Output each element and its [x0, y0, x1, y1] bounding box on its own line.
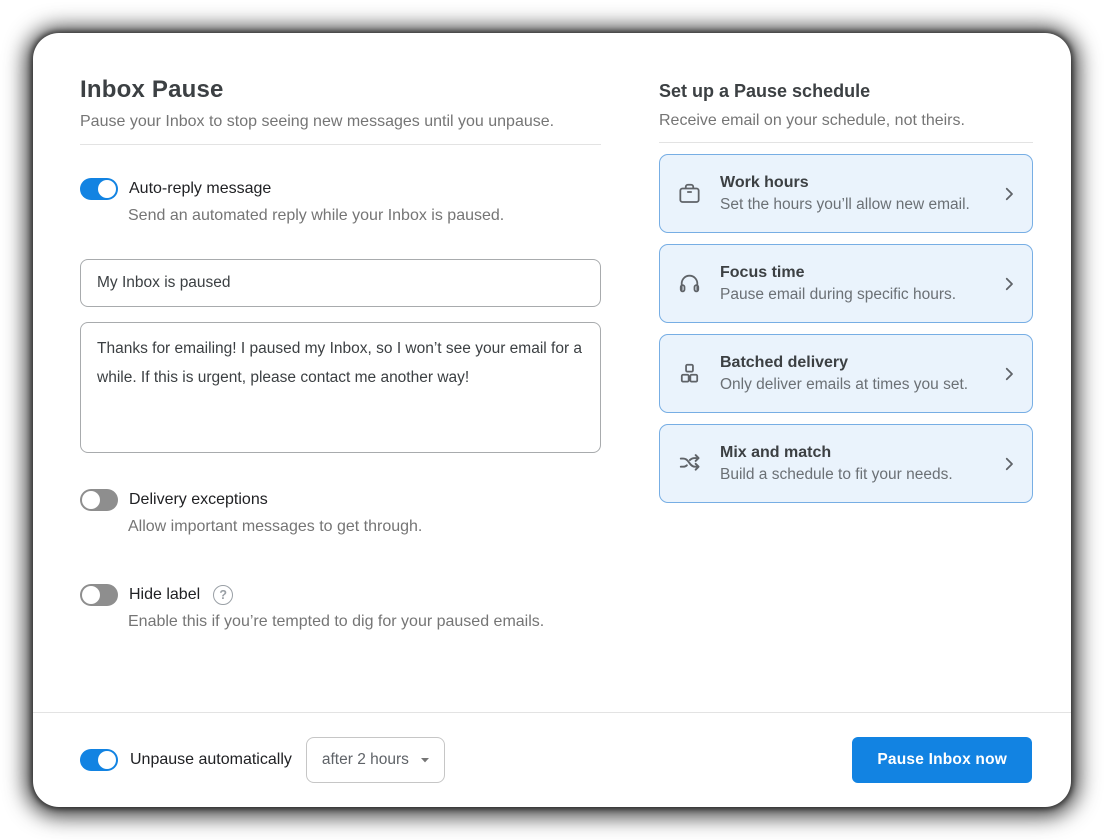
hide-label-setting: Hide label ? Enable this if you’re tempt… — [80, 584, 601, 631]
schedule-section-subtitle: Receive email on your schedule, not thei… — [659, 112, 1033, 130]
schedule-card-description: Build a schedule to fit your needs. — [720, 466, 994, 484]
schedule-section-title: Set up a Pause schedule — [659, 81, 1033, 102]
unpause-duration-select[interactable]: after 2 hours — [306, 737, 445, 783]
toggle-knob — [82, 586, 100, 604]
chevron-right-icon — [1000, 275, 1018, 293]
shuffle-icon — [677, 451, 703, 477]
inbox-pause-dialog: Inbox Pause Pause your Inbox to stop see… — [33, 33, 1071, 807]
delivery-exceptions-label: Delivery exceptions — [129, 491, 268, 509]
hide-label-label: Hide label — [129, 586, 200, 604]
schedule-card-title: Work hours — [720, 174, 994, 192]
chevron-right-icon — [1000, 455, 1018, 473]
toggle-knob — [98, 180, 116, 198]
right-divider — [659, 142, 1033, 143]
headphones-icon — [677, 271, 703, 297]
schedule-card-description: Only deliver emails at times you set. — [720, 376, 994, 394]
unpause-duration-value: after 2 hours — [322, 751, 409, 769]
dialog-body: Inbox Pause Pause your Inbox to stop see… — [33, 33, 1071, 712]
auto-reply-setting: Auto-reply message Send an automated rep… — [80, 178, 601, 225]
page-title: Inbox Pause — [80, 76, 601, 104]
blocks-icon — [677, 361, 703, 387]
schedule-card-title: Focus time — [720, 264, 994, 282]
schedule-card-text: Batched delivery Only deliver emails at … — [720, 354, 994, 394]
toggle-knob — [82, 491, 100, 509]
screen: Inbox Pause Pause your Inbox to stop see… — [0, 0, 1104, 840]
pause-inbox-now-button[interactable]: Pause Inbox now — [852, 737, 1032, 783]
schedule-card-title: Mix and match — [720, 444, 994, 462]
delivery-exceptions-setting: Delivery exceptions Allow important mess… — [80, 489, 601, 536]
unpause-automatically-toggle[interactable] — [80, 749, 118, 771]
column-gap — [601, 76, 659, 712]
left-divider — [80, 144, 601, 145]
question-circle-icon[interactable]: ? — [213, 585, 233, 605]
auto-reply-description: Send an automated reply while your Inbox… — [128, 207, 601, 225]
chevron-right-icon — [1000, 365, 1018, 383]
delivery-exceptions-toggle[interactable] — [80, 489, 118, 511]
auto-reply-label: Auto-reply message — [129, 180, 271, 198]
schedule-card-description: Set the hours you’ll allow new email. — [720, 196, 994, 214]
unpause-automatically-label: Unpause automatically — [130, 751, 292, 769]
chevron-right-icon — [1000, 185, 1018, 203]
schedule-card-batched-delivery[interactable]: Batched delivery Only deliver emails at … — [659, 334, 1033, 413]
schedule-card-title: Batched delivery — [720, 354, 994, 372]
pause-settings-column: Inbox Pause Pause your Inbox to stop see… — [80, 76, 601, 712]
schedule-card-text: Focus time Pause email during specific h… — [720, 264, 994, 304]
schedule-card-focus-time[interactable]: Focus time Pause email during specific h… — [659, 244, 1033, 323]
hide-label-toggle[interactable] — [80, 584, 118, 606]
pause-schedule-column: Set up a Pause schedule Receive email on… — [659, 76, 1033, 712]
auto-reply-toggle[interactable] — [80, 178, 118, 200]
schedule-card-mix-and-match[interactable]: Mix and match Build a schedule to fit yo… — [659, 424, 1033, 503]
page-subtitle: Pause your Inbox to stop seeing new mess… — [80, 113, 601, 131]
toggle-knob — [98, 751, 116, 769]
schedule-card-text: Work hours Set the hours you’ll allow ne… — [720, 174, 994, 214]
briefcase-icon — [677, 181, 703, 207]
auto-reply-message-textarea[interactable]: Thanks for emailing! I paused my Inbox, … — [80, 322, 601, 453]
delivery-exceptions-description: Allow important messages to get through. — [128, 518, 601, 536]
hide-label-description: Enable this if you’re tempted to dig for… — [128, 613, 601, 631]
caret-down-icon — [419, 754, 431, 766]
schedule-card-work-hours[interactable]: Work hours Set the hours you’ll allow ne… — [659, 154, 1033, 233]
schedule-card-text: Mix and match Build a schedule to fit yo… — [720, 444, 994, 484]
schedule-card-description: Pause email during specific hours. — [720, 286, 994, 304]
dialog-footer: Unpause automatically after 2 hours Paus… — [33, 712, 1071, 807]
auto-reply-subject-input[interactable] — [80, 259, 601, 307]
